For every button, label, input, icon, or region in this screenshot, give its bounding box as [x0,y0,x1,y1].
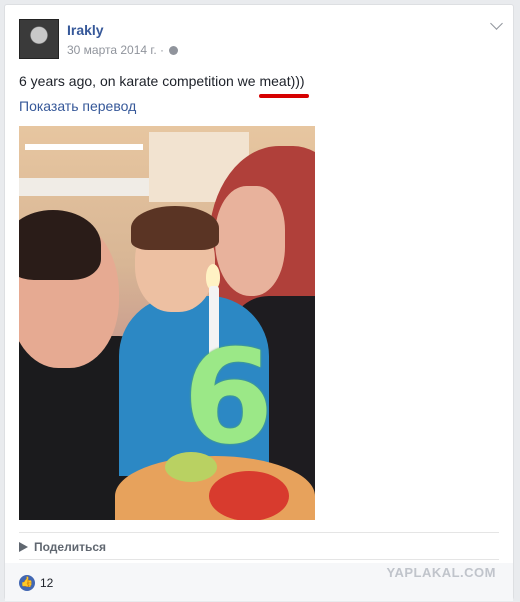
photo-shelf [19,178,149,196]
post-text: 6 years ago, on karate competition we me… [19,73,305,89]
number-candle: 6 [183,321,274,473]
likes-count[interactable]: 12 [40,576,53,590]
divider [19,559,499,560]
like-icon[interactable]: 👍 [19,575,35,591]
share-label: Поделиться [34,540,107,554]
share-button[interactable]: Поделиться [19,540,106,554]
photo-strawberry [209,471,289,520]
share-icon [19,542,28,552]
post-date[interactable]: 30 марта 2014 г. · [67,43,164,57]
translate-link[interactable]: Показать перевод [19,98,136,114]
photo-shelf [25,144,143,150]
post-photo[interactable]: 6 [19,126,315,520]
highlight-underline [259,94,309,98]
photo-woman-face [215,186,285,296]
globe-icon[interactable] [169,46,179,55]
photo-kiwi [165,452,217,482]
avatar[interactable] [19,19,59,59]
site-watermark: YAPLAKAL.COM [386,565,496,580]
post-card: Irakly 30 марта 2014 г. · 6 years ago, o… [4,4,514,601]
chevron-down-icon[interactable] [490,17,503,30]
divider [19,532,499,533]
post-meta: 30 марта 2014 г. · [67,43,179,57]
photo-kid-hair [131,206,219,250]
author-name[interactable]: Irakly [67,22,104,38]
